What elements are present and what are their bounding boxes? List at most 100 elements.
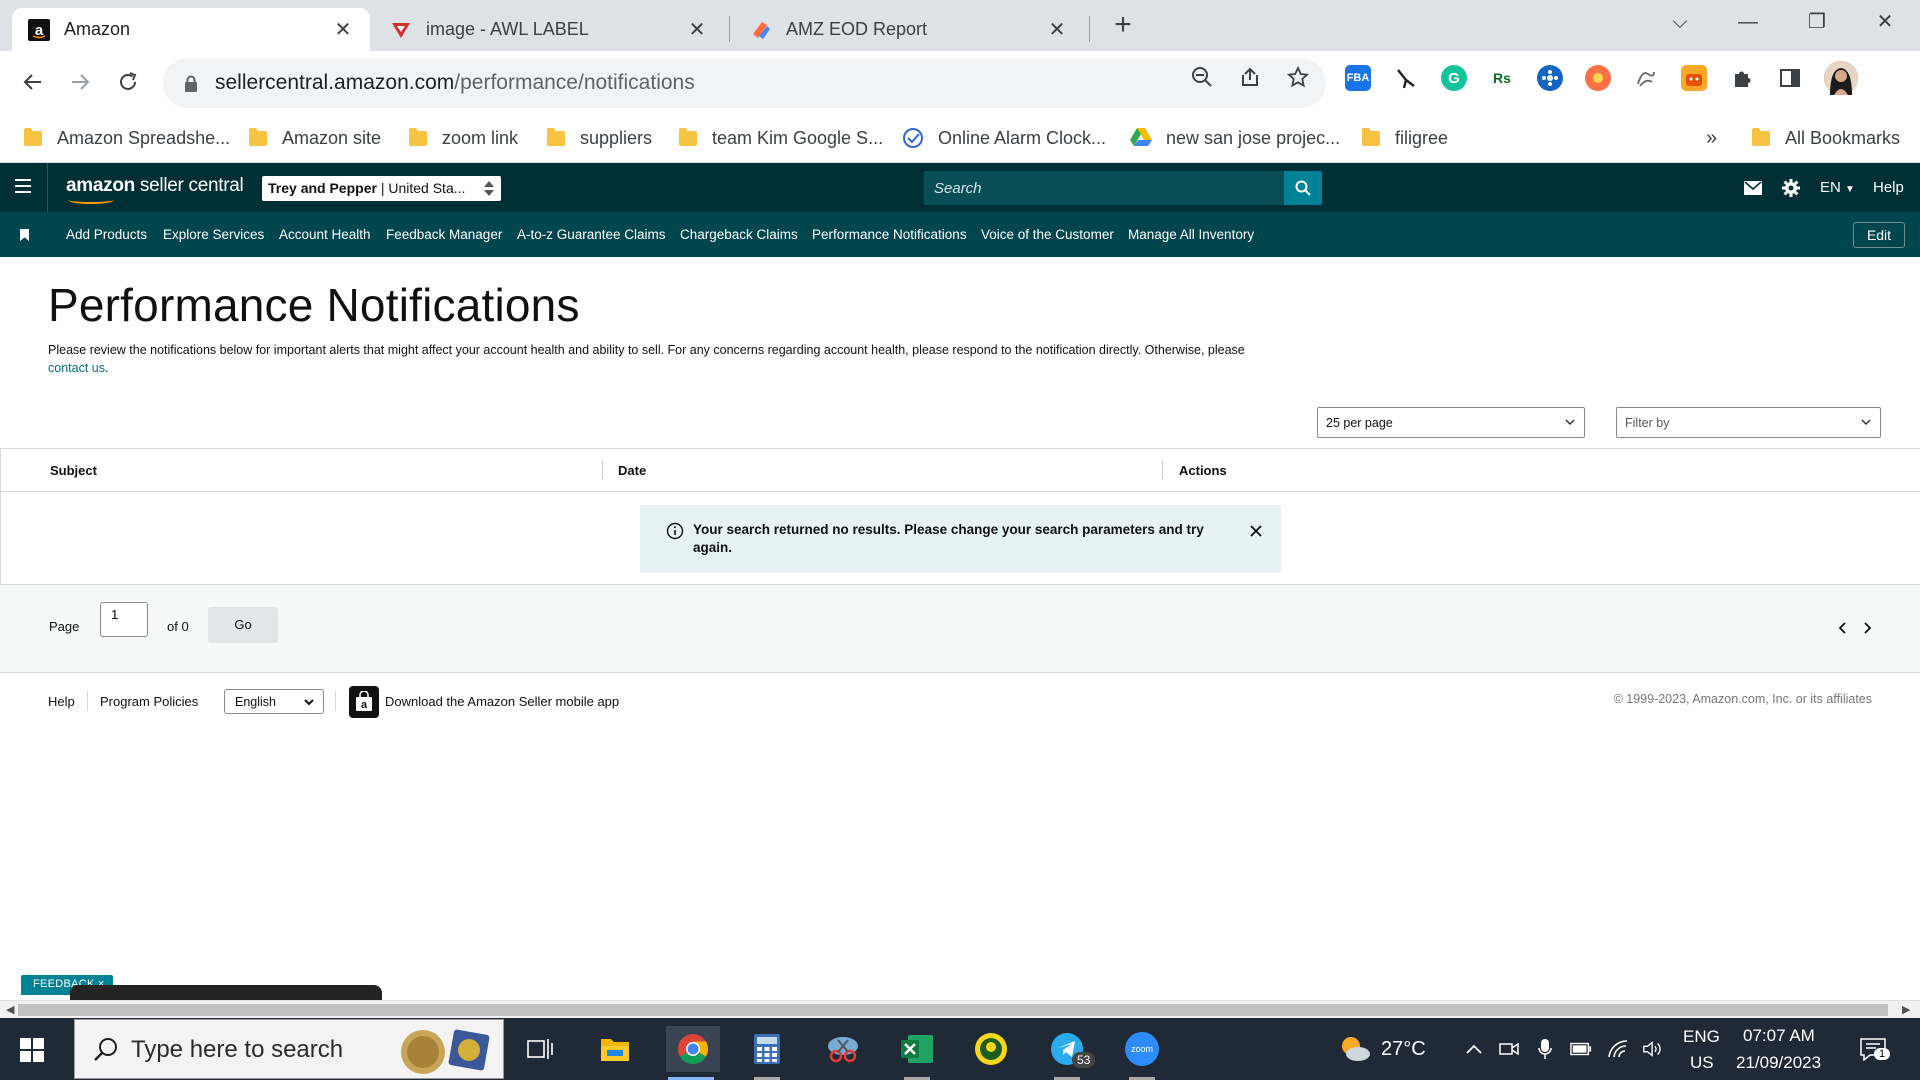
language-selector[interactable]: EN ▼ (1820, 179, 1855, 196)
bookmark-team-kim[interactable]: team Kim Google S... (679, 123, 883, 153)
restore-icon[interactable]: ❐ (1797, 6, 1837, 38)
bookmarks-overflow-button[interactable]: » (1706, 123, 1717, 153)
microphone-icon[interactable] (1534, 1038, 1556, 1060)
bookmark-amazon-site[interactable]: Amazon site (249, 123, 381, 153)
helium-extension-icon[interactable] (1537, 65, 1563, 91)
nav-atoz-claims[interactable]: A-to-z Guarantee Claims (517, 227, 666, 242)
weather-cloud-icon[interactable] (1338, 1032, 1372, 1066)
scroll-left-icon[interactable]: ◀ (6, 1003, 14, 1016)
calculator-icon[interactable] (742, 1026, 792, 1080)
store-selector[interactable]: Trey and Pepper | United Sta... (262, 176, 501, 201)
share-icon[interactable] (1238, 65, 1262, 89)
edit-nav-button[interactable]: Edit (1853, 222, 1905, 248)
clock-time[interactable]: 07:07 AM (1743, 1026, 1815, 1046)
dismiss-alert-icon[interactable] (1246, 521, 1266, 541)
contact-us-link[interactable]: contact us (48, 361, 105, 375)
close-tab-icon[interactable]: ✕ (1046, 17, 1068, 42)
footer-language-select[interactable]: English (224, 689, 324, 714)
grammarly-extension-icon[interactable]: G (1441, 65, 1467, 91)
notification-center-icon[interactable]: 1 (1858, 1034, 1891, 1064)
nav-performance-notifications[interactable]: Performance Notifications (812, 227, 967, 242)
zoom-taskbar-icon[interactable]: zoom (1117, 1026, 1167, 1080)
reload-button[interactable] (110, 64, 146, 100)
nav-account-health[interactable]: Account Health (279, 227, 371, 242)
per-page-select[interactable]: 25 per page (1317, 407, 1585, 438)
address-bar[interactable]: sellercentral.amazon.com/performance/not… (163, 58, 1326, 108)
back-button[interactable] (15, 64, 51, 100)
profile-avatar[interactable] (1824, 61, 1858, 95)
pen-extension-icon[interactable] (1393, 65, 1419, 91)
close-tab-icon[interactable]: ✕ (332, 17, 354, 42)
tab-awl-label[interactable]: image - AWL LABEL ✕ (374, 8, 724, 51)
bookmark-icon[interactable] (20, 229, 29, 241)
close-window-icon[interactable]: ✕ (1865, 6, 1905, 38)
seller-search-button[interactable] (1284, 171, 1322, 205)
help-link[interactable]: Help (1873, 179, 1904, 196)
orange-extension-icon[interactable] (1585, 65, 1611, 91)
bookmark-suppliers[interactable]: suppliers (547, 123, 652, 153)
windows-start-icon[interactable] (20, 1038, 44, 1062)
tab-amz-eod-report[interactable]: AMZ EOD Report ✕ (734, 8, 1084, 51)
new-tab-icon[interactable]: + (1108, 10, 1138, 40)
horizontal-scrollbar[interactable]: ◀ ▶ (0, 1000, 1920, 1018)
meet-now-icon[interactable] (1498, 1038, 1520, 1060)
honey-extension-icon[interactable] (1681, 65, 1707, 91)
chevron-up-icon[interactable] (1463, 1038, 1485, 1060)
scrollbar-thumb[interactable] (18, 1004, 1888, 1016)
taskbar-search-input[interactable] (131, 1034, 371, 1066)
nav-manage-inventory[interactable]: Manage All Inventory (1128, 227, 1254, 242)
input-language-top[interactable]: ENG (1683, 1027, 1720, 1047)
mail-icon[interactable] (1743, 178, 1763, 198)
forward-button[interactable] (62, 64, 98, 100)
snipping-tool-icon[interactable] (818, 1026, 868, 1072)
extensions-puzzle-icon[interactable] (1729, 65, 1755, 91)
bookmark-amazon-spreadsheet[interactable]: Amazon Spreadshe... (24, 123, 230, 153)
scribble-extension-icon[interactable] (1633, 65, 1659, 91)
column-subject[interactable]: Subject (50, 463, 97, 478)
hamburger-menu-icon[interactable] (15, 179, 31, 193)
footer-help-link[interactable]: Help (48, 694, 75, 709)
bookmark-star-icon[interactable] (1286, 65, 1310, 89)
bookmark-online-alarm-clock[interactable]: Online Alarm Clock... (902, 123, 1106, 153)
nav-chargeback-claims[interactable]: Chargeback Claims (680, 227, 798, 242)
volume-icon[interactable] (1642, 1038, 1664, 1060)
clock-date[interactable]: 21/09/2023 (1736, 1053, 1821, 1073)
task-view-icon[interactable] (515, 1026, 565, 1072)
telegram-icon[interactable]: 53 (1042, 1026, 1096, 1080)
bookmark-filigree[interactable]: filigree (1362, 123, 1448, 153)
amazon-app-icon[interactable]: a (349, 686, 379, 718)
minimize-icon[interactable]: — (1728, 6, 1768, 38)
tab-amazon[interactable]: a Amazon ✕ (12, 8, 370, 51)
input-language-bottom[interactable]: US (1690, 1053, 1714, 1073)
bookmark-zoom-link[interactable]: zoom link (409, 123, 518, 153)
side-panel-icon[interactable] (1777, 65, 1803, 91)
scroll-right-icon[interactable]: ▶ (1902, 1003, 1910, 1016)
bookmark-new-san-jose-project[interactable]: new san jose projec... (1130, 123, 1340, 153)
file-explorer-icon[interactable] (590, 1026, 640, 1072)
all-bookmarks-button[interactable]: All Bookmarks (1752, 123, 1900, 153)
next-page-icon[interactable] (1860, 621, 1874, 635)
filter-by-select[interactable]: Filter by (1616, 407, 1881, 438)
page-number-input[interactable] (100, 602, 148, 637)
battery-icon[interactable] (1570, 1038, 1592, 1060)
fba-extension-icon[interactable]: FBA (1345, 65, 1371, 91)
go-button[interactable]: Go (208, 607, 278, 643)
seller-central-logo[interactable]: amazon seller central (66, 175, 244, 204)
column-date[interactable]: Date (618, 463, 646, 478)
nav-explore-services[interactable]: Explore Services (163, 227, 264, 242)
seller-search-input[interactable] (924, 171, 1284, 205)
close-tab-icon[interactable]: ✕ (686, 17, 708, 42)
tab-search-chevron-icon[interactable]: ⌵ (1660, 6, 1700, 38)
settings-gear-icon[interactable] (1781, 178, 1801, 198)
wifi-icon[interactable] (1607, 1038, 1629, 1060)
nav-voice-of-customer[interactable]: Voice of the Customer (981, 227, 1114, 242)
download-app-link[interactable]: Download the Amazon Seller mobile app (385, 694, 619, 709)
zoom-out-icon[interactable] (1190, 65, 1214, 89)
chrome-taskbar-icon[interactable] (666, 1026, 720, 1080)
nav-add-products[interactable]: Add Products (66, 227, 147, 242)
weather-temperature[interactable]: 27°C (1381, 1038, 1426, 1061)
rs-extension-icon[interactable]: Rs (1489, 65, 1515, 91)
prev-page-icon[interactable] (1836, 621, 1850, 635)
stick-emblem-icon[interactable] (966, 1026, 1016, 1072)
program-policies-link[interactable]: Program Policies (100, 694, 198, 709)
